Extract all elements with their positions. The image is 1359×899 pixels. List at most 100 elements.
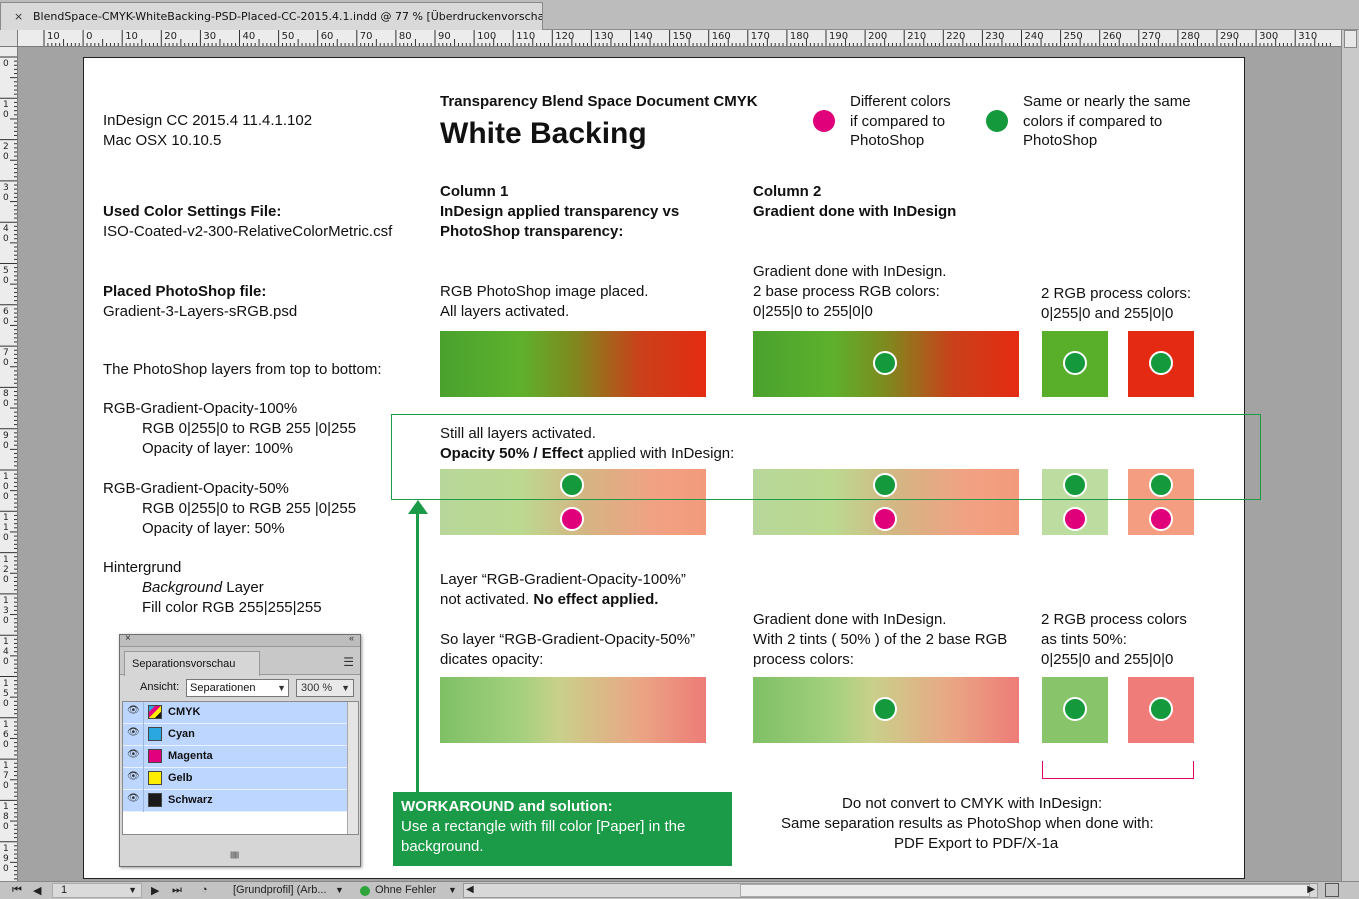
ruler-label: 20: [164, 31, 178, 42]
chevron-down-icon: ▼: [341, 683, 350, 693]
vertical-ruler[interactable]: 0 10 20 30 40 50 60 70 80 90 100 110 120 130 140 150 160…: [0, 47, 18, 881]
magenta-swatch-icon: [148, 749, 162, 763]
ruler-label: 0: [86, 31, 93, 42]
separation-name: Schwarz: [168, 794, 213, 806]
panel-close-icon[interactable]: ×: [125, 633, 131, 644]
eye-icon[interactable]: 👁: [127, 749, 141, 763]
separation-name: CMYK: [168, 706, 201, 718]
row2-col1-different-dot: [560, 507, 584, 531]
ruler-label: 70: [359, 31, 373, 42]
document-tab-bar: × BlendSpace-CMYK-WhiteBacking-PSD-Place…: [0, 0, 1359, 30]
panel-titlebar[interactable]: × «: [120, 633, 360, 647]
ruler-label: 240: [1024, 31, 1044, 42]
eye-icon[interactable]: 👁: [127, 705, 141, 719]
eye-icon[interactable]: 👁: [127, 727, 141, 741]
ruler-label: 50: [281, 31, 295, 42]
preflight-status[interactable]: Ohne Fehler: [375, 884, 436, 896]
row3-text2-bold: No effect applied.: [533, 591, 659, 608]
layers-intro: The PhotoShop layers from top to bottom:: [103, 361, 382, 378]
ruler-label: 220: [946, 31, 966, 42]
close-tab-icon[interactable]: ×: [14, 3, 23, 30]
row1-col3-text1: 2 RGB process colors:: [1041, 285, 1192, 302]
horizontal-scrollbar[interactable]: ◀ ▶: [463, 883, 1318, 898]
separations-preview-panel[interactable]: × « Separationsvorschau ☰ Ansicht: Separ…: [119, 633, 361, 867]
horizontal-scrollbar-thumb[interactable]: [740, 884, 1310, 897]
panel-menu-icon[interactable]: ☰: [343, 655, 354, 669]
zoom-value: 300 %: [301, 682, 333, 694]
row1-col2-same-dot: [873, 351, 897, 375]
row1-col2-text2: 2 base process RGB colors:: [753, 283, 940, 300]
legend-diff-line1: Different colors: [850, 93, 951, 110]
layer2-opacity: Opacity of layer: 50%: [142, 520, 285, 537]
row2-green-different-dot: [1063, 507, 1087, 531]
ruler-label: 150: [3, 678, 9, 709]
color-settings-file: ISO-Coated-v2-300-RelativeColorMetric.cs…: [103, 223, 393, 240]
row3-col2-text3: process colors:: [753, 651, 854, 668]
row-divider: [143, 790, 144, 812]
separation-row-magenta[interactable]: 👁 Magenta: [123, 746, 349, 768]
document-tab[interactable]: × BlendSpace-CMYK-WhiteBacking-PSD-Place…: [0, 2, 543, 30]
ruler-origin[interactable]: [0, 30, 18, 47]
ruler-label: 180: [3, 802, 9, 833]
chevron-down-icon[interactable]: ▼: [335, 885, 344, 895]
first-page-icon[interactable]: ⏮: [12, 884, 22, 897]
view-select[interactable]: Separationen ▼: [186, 679, 289, 697]
tab-separations-preview[interactable]: Separationsvorschau: [124, 651, 260, 676]
layer1-opacity: Opacity of layer: 100%: [142, 440, 293, 457]
layer3-background-italic: Background: [142, 579, 223, 596]
row1-photoshop-gradient[interactable]: [440, 331, 706, 397]
separations-scrollbar[interactable]: [347, 702, 358, 834]
page-number-field[interactable]: 1 ▼: [52, 883, 142, 898]
scroll-right-icon[interactable]: ▶: [1307, 884, 1315, 895]
preflight-ok-icon: [360, 886, 370, 896]
split-window-icon[interactable]: [1325, 883, 1339, 897]
open-page-icon[interactable]: ◔: [201, 884, 208, 896]
ruler-label: 100: [477, 31, 497, 42]
ruler-label: 20: [3, 141, 9, 162]
black-swatch-icon: [148, 793, 162, 807]
last-page-icon[interactable]: ⏭: [172, 884, 182, 897]
ruler-label: 230: [985, 31, 1005, 42]
separation-row-yellow[interactable]: 👁 Gelb: [123, 768, 349, 790]
ruler-label: 80: [398, 31, 412, 42]
eye-icon[interactable]: 👁: [127, 793, 141, 807]
separation-row-cmyk[interactable]: 👁 CMYK: [123, 702, 349, 724]
chevron-down-icon: ▼: [128, 885, 137, 895]
row3-photoshop-gradient[interactable]: [440, 677, 706, 743]
panel-collapse-icon[interactable]: «: [349, 633, 354, 643]
view-label: Ansicht:: [140, 681, 180, 693]
resize-grip-icon[interactable]: ||||||||||: [230, 852, 239, 859]
layer2-rgb: RGB 0|255|0 to RGB 255 |0|255: [142, 500, 357, 517]
separation-row-black[interactable]: 👁 Schwarz: [123, 790, 349, 812]
profile-menu[interactable]: [Grundprofil] (Arb...: [233, 884, 327, 896]
zoom-select[interactable]: 300 % ▼: [296, 679, 354, 697]
separation-row-cyan[interactable]: 👁 Cyan: [123, 724, 349, 746]
page-title: White Backing: [440, 117, 647, 150]
workaround-body1: Use a rectangle with fill color [Paper] …: [401, 818, 686, 835]
opacity-row-highlight-frame[interactable]: [391, 414, 1261, 500]
layer1-rgb: RGB 0|255|0 to RGB 255 |0|255: [142, 420, 357, 437]
prev-page-icon[interactable]: ◀: [33, 884, 41, 897]
row1-col3-text2: 0|255|0 and 255|0|0: [1041, 305, 1174, 322]
row3-col2-text1: Gradient done with InDesign.: [753, 611, 947, 628]
ruler-label: 310: [1298, 31, 1318, 42]
column2-subheading: Gradient done with InDesign: [753, 203, 957, 220]
ruler-label: 0: [3, 59, 9, 69]
workaround-box[interactable]: WORKAROUND and solution: Use a rectangle…: [393, 792, 732, 866]
ruler-label: 140: [633, 31, 653, 42]
vertical-scrollbar-thumb[interactable]: [1344, 30, 1357, 48]
vertical-scrollbar[interactable]: [1341, 30, 1359, 881]
eye-icon[interactable]: 👁: [127, 771, 141, 785]
row3-col3-text2: as tints 50%:: [1041, 631, 1127, 648]
row1-col1-text2: All layers activated.: [440, 303, 570, 320]
same-colors-legend-dot: [986, 110, 1008, 132]
horizontal-ruler[interactable]: 10 0 10 20 30 40 50 60 70 80 90 100 110 120 130 140 150 1…: [18, 30, 1341, 47]
ruler-label: 210: [907, 31, 927, 42]
color-settings-label: Used Color Settings File:: [103, 203, 282, 220]
ruler-label: 170: [750, 31, 770, 42]
subtitle: Transparency Blend Space Document CMYK: [440, 93, 758, 110]
ruler-label: 100: [3, 472, 9, 502]
next-page-icon[interactable]: ▶: [151, 884, 159, 897]
scroll-left-icon[interactable]: ◀: [466, 884, 474, 895]
chevron-down-icon[interactable]: ▼: [448, 885, 457, 895]
